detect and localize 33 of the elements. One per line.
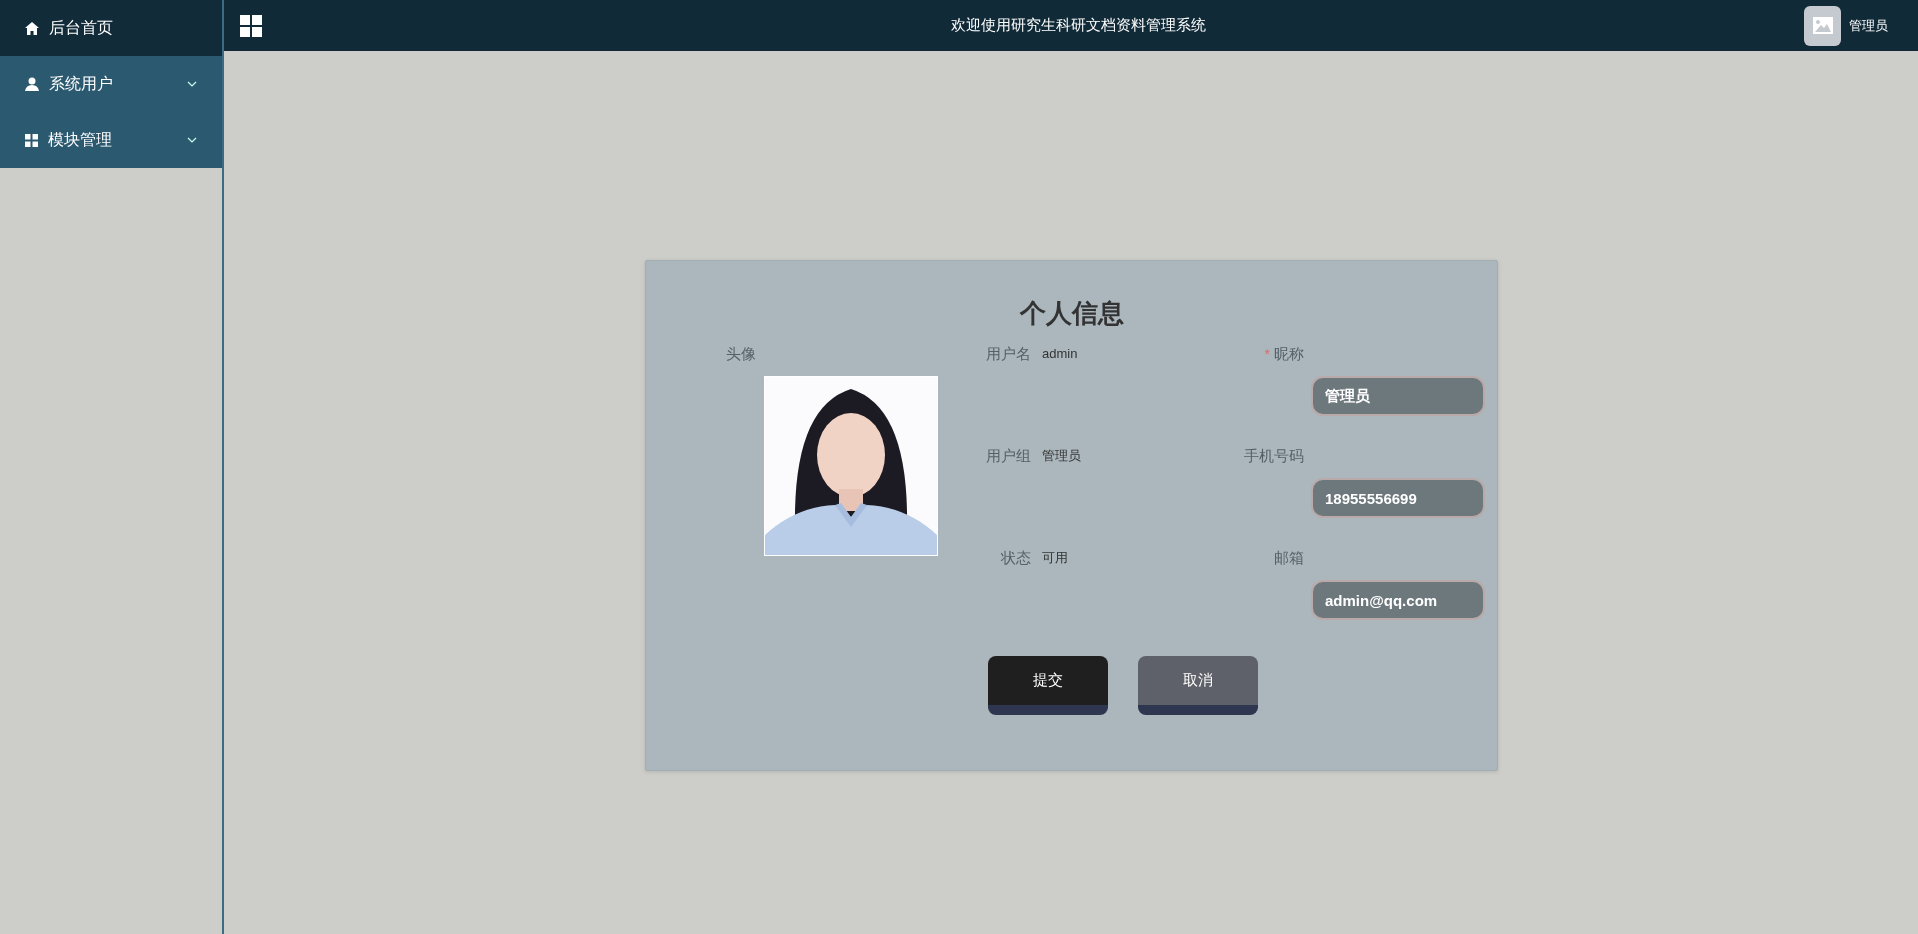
sidebar-item-label: 后台首页 <box>49 17 114 38</box>
cancel-button[interactable]: 取消 <box>1138 656 1258 715</box>
input-field[interactable]: 管理员 <box>1311 376 1485 416</box>
sidebar-item[interactable]: 模块管理 <box>0 112 222 168</box>
field-label: 用户组 <box>986 446 1031 466</box>
field-value: 可用 <box>1041 549 1068 567</box>
sidebar-item-label: 系统用户 <box>49 73 114 94</box>
submit-button[interactable]: 提交 <box>988 656 1108 715</box>
user-name: 管理员 <box>1849 16 1888 35</box>
home-icon <box>25 21 39 35</box>
user-icon <box>25 77 39 91</box>
grid-menu-icon[interactable] <box>240 14 262 37</box>
field-label: 昵称 <box>1274 344 1304 364</box>
field-label: 用户名 <box>986 344 1031 364</box>
form-title: 个人信息 <box>1018 297 1125 329</box>
user-avatar[interactable] <box>1804 5 1841 46</box>
field-label: 邮箱 <box>1274 548 1304 568</box>
input-field[interactable]: 18955556699 <box>1311 478 1485 518</box>
sidebar-item[interactable]: 系统用户 <box>0 56 222 112</box>
field-label: 状态 <box>1001 548 1031 568</box>
image-icon <box>1812 17 1833 34</box>
chevron-down-icon <box>187 137 197 143</box>
sidebar-item[interactable]: 后台首页 <box>0 0 222 56</box>
required-mark: * <box>1264 346 1270 362</box>
field-value: 管理员 <box>1041 447 1081 465</box>
field-value: admin <box>1041 345 1078 363</box>
field-label: 头像 <box>726 344 756 364</box>
app-title: 欢迎使用研究生科研文档资料管理系统 <box>949 16 1207 35</box>
input-field[interactable]: admin@qq.com <box>1311 580 1485 620</box>
sidebar-item-label: 模块管理 <box>48 129 113 150</box>
field-label: 手机号码 <box>1244 446 1304 466</box>
chevron-down-icon <box>187 81 197 87</box>
grid-icon <box>25 133 38 147</box>
